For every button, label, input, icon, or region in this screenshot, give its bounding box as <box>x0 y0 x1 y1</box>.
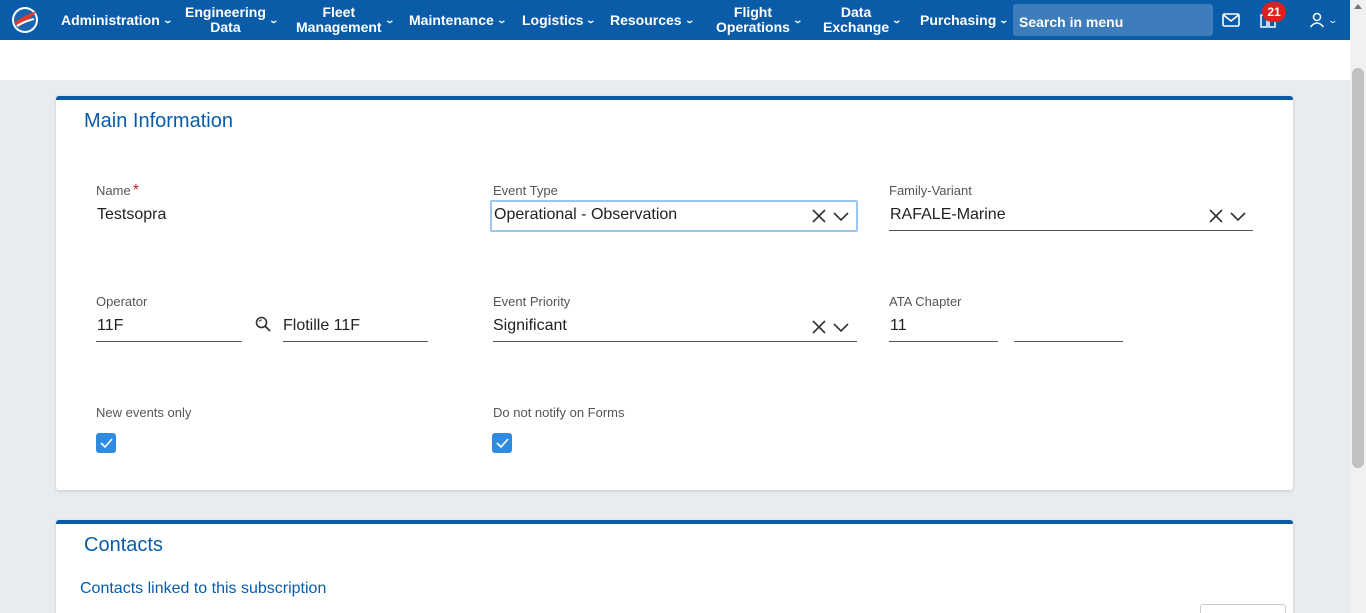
menu-search-input[interactable]: Search in menu <box>1013 4 1213 36</box>
chevron-down-icon: ⌄ <box>1327 14 1339 25</box>
chevron-down-icon: ⌄ <box>496 14 507 25</box>
check-icon <box>496 438 509 449</box>
chevron-down-icon: ⌄ <box>891 14 903 25</box>
nav-purchasing[interactable]: Purchasing ⌄ <box>920 0 1010 40</box>
panel-title: Main Information <box>84 110 233 132</box>
chevron-down-icon: ⌄ <box>162 14 173 25</box>
chevron-down-icon[interactable] <box>832 318 850 336</box>
search-icon[interactable] <box>254 315 272 333</box>
new-events-only-checkbox[interactable] <box>96 433 116 453</box>
chevron-down-icon: ⌄ <box>792 14 803 25</box>
operator-code-field[interactable]: 11F <box>97 317 123 335</box>
name-field[interactable]: Testsopra <box>97 206 166 224</box>
new-events-only-label: New events only <box>96 405 192 420</box>
nav-resources[interactable]: Resources ⌄ <box>610 0 695 40</box>
field-underline <box>96 341 242 342</box>
chevron-down-icon: ⌄ <box>998 14 1010 25</box>
family-variant-select[interactable]: RAFALE-Marine <box>890 206 1006 224</box>
operator-name-field[interactable]: Flotille 11F <box>283 317 360 335</box>
field-underline <box>889 341 998 342</box>
user-menu[interactable]: ⌄ <box>1306 0 1340 40</box>
chevron-down-icon: ⌄ <box>684 14 695 25</box>
clear-icon[interactable] <box>810 318 828 336</box>
app-logo-icon[interactable] <box>10 5 40 35</box>
required-mark: * <box>132 182 139 199</box>
nav-flight-operations[interactable]: Flight Operations ⌄ <box>716 0 803 40</box>
clear-icon[interactable] <box>810 207 828 225</box>
mail-icon[interactable] <box>1220 0 1242 40</box>
do-not-notify-checkbox[interactable] <box>492 433 512 453</box>
add-contact-button[interactable] <box>1200 604 1286 613</box>
operator-label: Operator <box>96 294 148 309</box>
ata-chapter-field[interactable]: 11 <box>890 317 907 335</box>
page-header-strip <box>0 40 1350 80</box>
event-type-value: Operational - Observation <box>494 206 678 223</box>
nav-fleet-management[interactable]: Fleet Management ⌄ <box>296 0 395 40</box>
ata-subchapter-field[interactable] <box>1015 317 1123 337</box>
chevron-down-icon[interactable] <box>1229 207 1247 225</box>
family-variant-label: Family-Variant <box>889 183 972 198</box>
scroll-up-icon[interactable] <box>1354 4 1362 9</box>
nav-engineering-data[interactable]: Engineering Data ⌄ <box>185 0 279 40</box>
event-priority-label: Event Priority <box>493 294 571 309</box>
chevron-down-icon[interactable] <box>832 207 850 225</box>
nav-administration[interactable]: Administration ⌄ <box>61 0 173 40</box>
user-icon <box>1310 12 1325 28</box>
contacts-linked-link[interactable]: Contacts linked to this subscription <box>80 580 326 598</box>
notifications-badge[interactable]: 21 <box>1262 2 1286 22</box>
clear-icon[interactable] <box>1207 207 1225 225</box>
do-not-notify-label: Do not notify on Forms <box>493 405 625 420</box>
field-underline <box>283 341 428 342</box>
nav-maintenance[interactable]: Maintenance ⌄ <box>409 0 507 40</box>
contacts-panel: Contacts Contacts linked to this subscri… <box>56 520 1293 613</box>
panel-title: Contacts <box>84 534 163 556</box>
main-information-panel: Main Information Name * Testsopra Event T… <box>56 96 1293 490</box>
nav-data-exchange[interactable]: Data Exchange ⌄ <box>823 0 903 40</box>
field-underline <box>1014 341 1123 342</box>
scrollbar-thumb[interactable] <box>1352 68 1364 468</box>
event-priority-select[interactable]: Significant <box>493 317 567 335</box>
nav-logistics[interactable]: Logistics ⌄ <box>522 0 597 40</box>
field-underline <box>889 230 1253 231</box>
chevron-down-icon: ⌄ <box>384 14 395 25</box>
check-icon <box>100 438 113 449</box>
name-label: Name * <box>96 182 139 199</box>
field-underline <box>493 341 857 342</box>
chevron-down-icon: ⌄ <box>268 14 279 25</box>
event-type-label: Event Type <box>493 183 558 198</box>
chevron-down-icon: ⌄ <box>585 14 597 25</box>
ata-chapter-label: ATA Chapter <box>889 294 962 309</box>
